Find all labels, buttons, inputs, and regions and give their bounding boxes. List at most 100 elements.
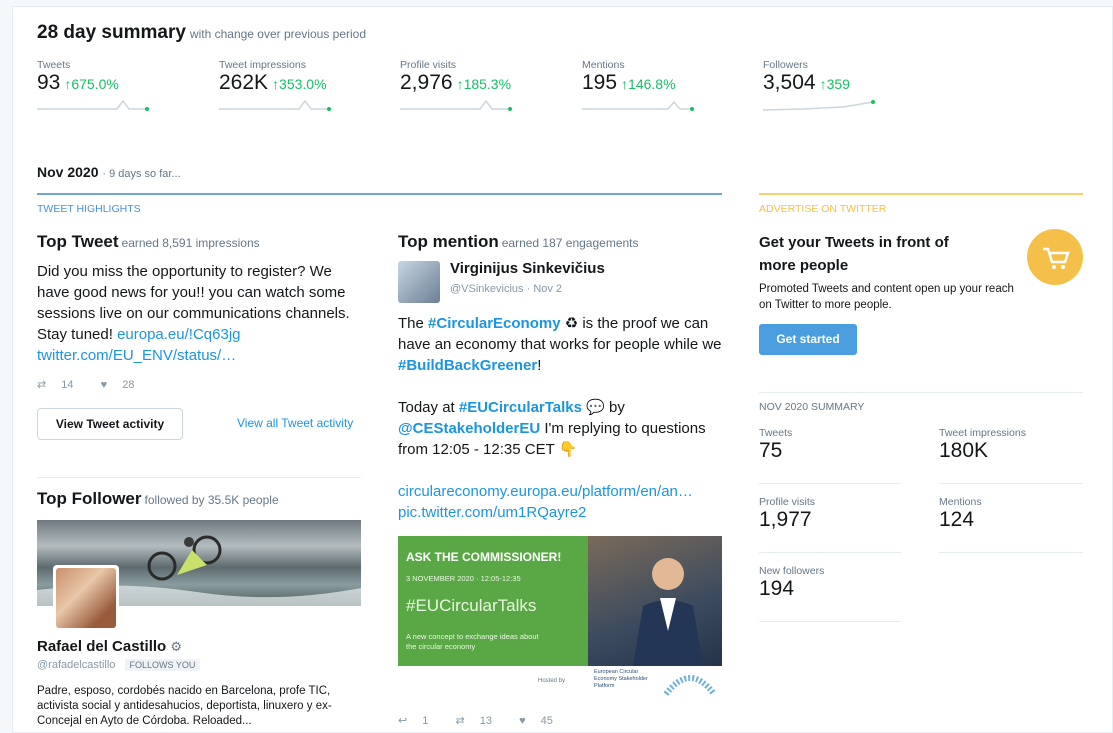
mention-links: circulareconomy.europa.eu/platform/en/an… <box>398 481 728 523</box>
cart-icon <box>1027 229 1083 285</box>
view-all-tweet-activity-link[interactable]: View all Tweet activity <box>237 416 353 430</box>
summary-subtitle: with change over previous period <box>189 27 367 41</box>
advertise-label: ADVERTISE ON TWITTER <box>759 203 887 215</box>
sparkline <box>582 100 694 111</box>
mention-handle[interactable]: @VSinkevicius <box>450 283 524 295</box>
follower-avatar[interactable] <box>53 565 119 631</box>
up-arrow-icon: ↑ <box>272 76 280 92</box>
nov-summary-label: NOV 2020 SUMMARY <box>759 401 865 413</box>
highlights-divider <box>37 193 722 195</box>
stat-value: 75 <box>759 439 783 462</box>
like-value: 45 <box>540 715 553 727</box>
metric-label: Profile visits <box>400 59 457 71</box>
get-started-button[interactable]: Get started <box>759 324 857 355</box>
follows-you-badge: FOLLOWS YOU <box>124 659 201 671</box>
summary-heading: 28 day summary <box>37 22 186 43</box>
separator <box>759 483 901 484</box>
top-tweet-title: Top Tweet <box>37 232 119 251</box>
pic-link[interactable]: pic.twitter.com/um1RQayre2 <box>398 502 728 523</box>
top-tweet-heading: Top Tweet earned 8,591 impressions <box>37 232 260 252</box>
media-date: 3 NOVEMBER 2020 · 12:05-12:35 <box>406 574 521 583</box>
sparkline <box>763 100 875 111</box>
metric-value: 2,976 <box>400 71 453 94</box>
view-tweet-activity-button[interactable]: View Tweet activity <box>37 408 183 440</box>
sparkline <box>400 99 512 111</box>
metric-impressions[interactable]: Tweet impressions 262K ↑353.0% <box>219 59 389 113</box>
mention-media-image[interactable]: ASK THE COMMISSIONER! 3 NOVEMBER 2020 · … <box>398 536 722 697</box>
media-hashtag: #EUCircularTalks <box>406 596 537 615</box>
metric-value: 93 <box>37 71 61 94</box>
hashtag-link[interactable]: #BuildBackGreener <box>398 357 537 374</box>
metric-label: Mentions <box>582 59 625 71</box>
stat-label: Mentions <box>939 496 982 508</box>
tweet-link[interactable]: europa.eu/!Cq63jg <box>117 326 240 343</box>
stat-new-followers: New followers 194 <box>759 565 899 601</box>
stat-tweets: Tweets 75 <box>759 427 899 463</box>
mention-meta: @VSinkevicius · Nov 2 <box>450 283 562 295</box>
retweet-icon: ⇄ <box>37 379 47 391</box>
tweet-highlights-label: TWEET HIGHLIGHTS <box>37 203 141 215</box>
reply-count[interactable]: ↩ 1 <box>398 715 440 727</box>
stat-mentions: Mentions 124 <box>939 496 1079 532</box>
metric-label: Tweet impressions <box>219 59 306 71</box>
mention-text: The <box>398 315 429 332</box>
heart-icon: ♥ <box>519 715 526 727</box>
analytics-card: 28 day summary with change over previous … <box>12 6 1113 733</box>
hashtag-link[interactable]: #EUCircularTalks <box>459 399 582 416</box>
separator <box>37 477 361 478</box>
media-heading: ASK THE COMMISSIONER! <box>406 550 562 564</box>
like-value: 28 <box>122 379 135 391</box>
stat-value: 1,977 <box>759 508 812 531</box>
metric-change: 185.3% <box>463 76 512 92</box>
hashtag-link[interactable]: #CircularEconomy <box>428 315 561 332</box>
top-follower-title: Top Follower <box>37 489 142 508</box>
month-heading: Nov 2020 <box>37 164 99 180</box>
metric-mentions[interactable]: Mentions 195 ↑146.8% <box>582 59 752 113</box>
mention-author-name[interactable]: Virginijus Sinkevičius <box>450 260 605 277</box>
separator <box>759 621 901 622</box>
mention-text: ! <box>537 357 542 374</box>
advertise-heading: Get your Tweets in front of more people <box>759 234 949 274</box>
mention-link[interactable]: @CEStakeholderEU <box>398 420 540 437</box>
cart-glyph <box>1043 247 1070 269</box>
stat-label: Profile visits <box>759 496 816 508</box>
platform-logo <box>663 675 717 696</box>
follower-name[interactable]: Rafael del Castillo <box>37 638 166 655</box>
metric-change: 675.0% <box>71 76 119 92</box>
mention-text: Today at <box>398 399 459 416</box>
metric-value: 3,504 <box>763 71 816 94</box>
mention-date: · Nov 2 <box>526 283 563 295</box>
like-count[interactable]: ♥ 28 <box>101 379 147 391</box>
follower-bio: Padre, esposo, cordobés nacido en Barcel… <box>37 685 332 727</box>
sparkline <box>37 99 149 111</box>
month-title: Nov 2020 · 9 days so far... <box>37 164 181 180</box>
up-arrow-icon: ↑ <box>819 76 827 92</box>
stat-impressions: Tweet impressions 180K <box>939 427 1079 463</box>
media-desc: A new concept to exchange ideas about th… <box>406 632 539 651</box>
retweet-count[interactable]: ⇄ 13 <box>455 715 504 727</box>
speaker-figure <box>633 558 703 666</box>
stat-value: 180K <box>939 439 989 462</box>
up-arrow-icon: ↑ <box>456 76 464 92</box>
platform-link[interactable]: circulareconomy.europa.eu/platform/en/an… <box>398 481 728 502</box>
mention-actions: ↩ 1 ⇄ 13 ♥ 45 <box>398 714 577 727</box>
metric-label: Followers <box>763 59 808 71</box>
top-tweet-actions: ⇄ 14 ♥ 28 <box>37 378 158 391</box>
metric-profile-visits[interactable]: Profile visits 2,976 ↑185.3% <box>400 59 570 113</box>
reply-icon: ↩ <box>398 715 408 727</box>
month-subtitle: · 9 days so far... <box>102 168 181 180</box>
metric-tweets[interactable]: Tweets 93 ↑675.0% <box>37 59 207 113</box>
tweet-status-link[interactable]: twitter.com/EU_ENV/status/… <box>37 347 236 364</box>
retweet-count[interactable]: ⇄ 14 <box>37 379 86 391</box>
advertise-body: Promoted Tweets and content open up your… <box>759 283 1014 311</box>
mention-avatar[interactable] <box>398 261 440 303</box>
gear-icon[interactable]: ⚙ <box>170 639 182 654</box>
like-count[interactable]: ♥ 45 <box>519 715 565 727</box>
follower-handle: @rafadelcastillo <box>37 659 116 671</box>
metric-followers[interactable]: Followers 3,504 ↑359 <box>763 59 933 113</box>
sparkline <box>219 99 331 111</box>
summary-title: 28 day summary with change over previous … <box>37 22 366 44</box>
mention-text: 💬 by <box>582 399 625 416</box>
follower-name-row: Rafael del Castillo ⚙ <box>37 638 182 655</box>
retweet-value: 13 <box>479 715 492 727</box>
